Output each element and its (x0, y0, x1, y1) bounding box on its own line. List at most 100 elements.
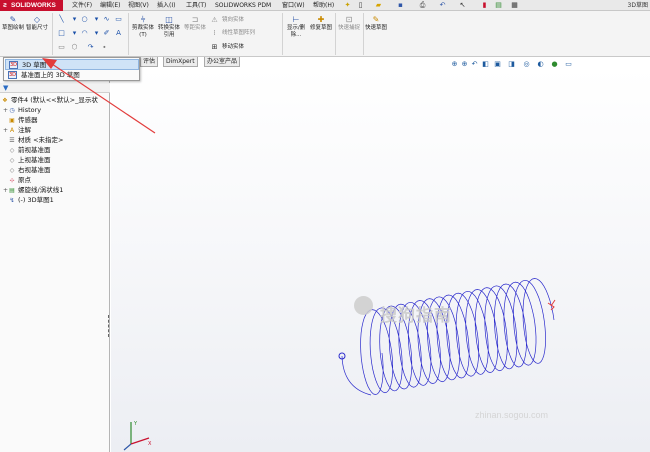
trim-entities-button[interactable]: ⫩ 剪裁实体(T) (131, 15, 155, 38)
quick-snap-label: 快速捕捉 (337, 25, 360, 31)
circle-icon[interactable]: ○ (80, 15, 89, 24)
tree-label: 右视基准面 (18, 166, 51, 174)
show-delete-relations-button[interactable]: ⊢ 显示/删除... (284, 15, 308, 38)
offset-icon: ⊐ (191, 15, 199, 24)
point-icon[interactable]: ∙ (100, 43, 109, 52)
tree-label: History (18, 106, 42, 114)
fillet-icon[interactable]: ↷ (86, 43, 95, 52)
menu-tools[interactable]: 工具(T) (186, 0, 206, 11)
tab-office-products[interactable]: 办公室产品 (204, 57, 241, 67)
svg-text:X: X (148, 441, 152, 447)
tab-evaluate[interactable]: 评估 (140, 57, 159, 67)
dropdown-arrow-icon[interactable]: ▾ (92, 15, 101, 24)
move-icon[interactable]: ⊞ (210, 43, 219, 52)
title-bar: ƨ SOLIDWORKS 文件(F) 编辑(E) 视图(V) 插入(I) 工具(T… (0, 0, 650, 11)
settings-icon[interactable]: ▦ (510, 1, 519, 10)
rapid-sketch-button[interactable]: ✎ 快速草图 (364, 15, 388, 32)
slot-icon[interactable]: ▭ (57, 43, 66, 52)
watermark-url: zhinan.sogou.com (475, 410, 549, 420)
new-icon[interactable]: ▯ (356, 1, 365, 10)
repair-label: 修复草图 (309, 25, 332, 31)
tree-item-material[interactable]: ☰ 材质 <未指定> (3, 135, 63, 145)
dropdown-arrow-icon[interactable]: ▾ (70, 29, 79, 38)
tree-item-helix[interactable]: +▤ 螺旋线/涡状线1 (3, 185, 63, 195)
open-icon[interactable]: ▰ (374, 1, 383, 10)
sketch-icon: ✎ (9, 15, 17, 24)
tree-item-right-plane[interactable]: ◇ 右视基准面 (3, 165, 51, 175)
tree-item-front-plane[interactable]: ◇ 前视基准面 (3, 145, 51, 155)
solidworks-logo[interactable]: ƨ SOLIDWORKS (0, 0, 63, 11)
dropdown-arrow-icon[interactable]: ▾ (70, 15, 79, 24)
helix-curve[interactable] (111, 68, 650, 452)
dropdown-arrow-icon[interactable]: ▾ (92, 29, 101, 38)
graphics-area[interactable]: Y X (111, 68, 650, 452)
mirror-icon[interactable]: ⚠ (210, 16, 219, 25)
plane-icon[interactable]: ▭ (114, 15, 123, 24)
offset-entities-button[interactable]: ⊐ 等距实体 (183, 15, 207, 32)
tree-label: 传感器 (18, 116, 38, 124)
rectangle-icon[interactable]: □ (57, 29, 66, 38)
smart-dimension-label: 智能尺寸 (25, 25, 48, 31)
print-icon[interactable]: ⎙ (418, 1, 427, 10)
tree-label: (-) 3D草图1 (18, 196, 54, 204)
tree-item-annotations[interactable]: + A 注解 (3, 125, 31, 135)
menu-view[interactable]: 视图(V) (128, 0, 149, 11)
sketch-button[interactable]: ✎ 草图绘制 (2, 15, 24, 32)
trim-icon: ⫩ (140, 15, 146, 24)
3d-sketch-icon: ↯ (9, 197, 15, 204)
repair-icon: ✚ (317, 15, 325, 24)
undo-icon[interactable]: ↶ (438, 1, 447, 10)
pen-icon[interactable]: ✐ (102, 29, 111, 38)
pin-icon[interactable]: ✦ (343, 1, 352, 10)
menu-edit[interactable]: 编辑(E) (100, 0, 120, 11)
menu-help[interactable]: 帮助(H) (313, 0, 334, 11)
menu-item-3d-sketch[interactable]: 3D 3D 草图 (5, 59, 139, 70)
menu-item-label: 3D 草图 (22, 61, 47, 69)
tree-item-history[interactable]: +◷ History (3, 105, 41, 115)
tree-item-top-plane[interactable]: ◇ 上视基准面 (3, 155, 51, 165)
text-icon[interactable]: A (114, 29, 123, 38)
line-icon[interactable]: ╲ (57, 15, 66, 24)
tree-item-sensors[interactable]: ▣ 传感器 (3, 115, 38, 125)
rebuild-icon[interactable]: ▮ (480, 1, 489, 10)
tree-item-origin[interactable]: ⊹ 原点 (3, 175, 31, 185)
sketch-dropdown-menu: 3D 3D 草图 3D 基准面上的 3D 草图 (3, 57, 140, 81)
convert-entities-button[interactable]: ◫ 转换实体引用 (157, 15, 181, 38)
linear-pattern-label[interactable]: 线性草图阵列 (222, 30, 255, 37)
3d-sketch-icon: 3D (9, 61, 18, 69)
tree-label: 上视基准面 (18, 156, 51, 164)
menu-file[interactable]: 文件(F) (72, 0, 92, 11)
linear-pattern-icon[interactable]: ⁞ (210, 29, 219, 38)
helix-lead-in (341, 355, 372, 396)
tree-label: 原点 (18, 176, 31, 184)
menu-window[interactable]: 窗口(W) (282, 0, 305, 11)
arc-icon[interactable]: ◠ (80, 29, 89, 38)
watermark-text: 搜狗指南 (380, 306, 452, 326)
polygon-icon[interactable]: ⬡ (70, 43, 79, 52)
svg-text:Y: Y (133, 421, 138, 427)
spline-icon[interactable]: ∿ (102, 15, 111, 24)
repair-sketch-button[interactable]: ✚ 修复草图 (309, 15, 333, 32)
filter-icon[interactable]: ▼ (3, 83, 8, 93)
smart-dimension-button[interactable]: ◇ 智能尺寸 (25, 15, 49, 32)
tree-item-3d-sketch[interactable]: ↯ (-) 3D草图1 (3, 195, 54, 205)
tree-root-part[interactable]: ❖ 零件4 (默认<<默认>_显示状 (1, 95, 98, 105)
menu-pdm[interactable]: SOLIDWORKS PDM (215, 0, 271, 11)
mirror-label[interactable]: 镜向实体 (222, 17, 244, 24)
select-icon[interactable]: ↖ (458, 1, 467, 10)
helix-path (360, 278, 555, 395)
quick-snaps-button[interactable]: ⊡ 快速捕捉 (337, 15, 361, 32)
tree-label: 材质 <未指定> (18, 136, 64, 144)
menu-insert[interactable]: 插入(I) (157, 0, 175, 11)
relations-icon: ⊢ (292, 15, 300, 24)
quick-snap-icon: ⊡ (345, 15, 353, 24)
save-icon[interactable]: ▪ (396, 1, 405, 10)
options-icon[interactable]: ▤ (494, 1, 503, 10)
feature-manager-panel: ▼ ❖ 零件4 (默认<<默认>_显示状 +◷ History ▣ 传感器 + A 注解 … (0, 57, 113, 452)
rapid-sketch-icon: ✎ (372, 15, 380, 24)
3d-sketch-plane-icon: 3D (8, 71, 17, 79)
menu-item-3d-sketch-on-plane[interactable]: 3D 基准面上的 3D 草图 (5, 70, 139, 81)
menu-item-label: 基准面上的 3D 草图 (21, 71, 80, 79)
tab-dimxpert[interactable]: DimXpert (163, 57, 198, 67)
move-label[interactable]: 移动实体 (222, 44, 244, 51)
